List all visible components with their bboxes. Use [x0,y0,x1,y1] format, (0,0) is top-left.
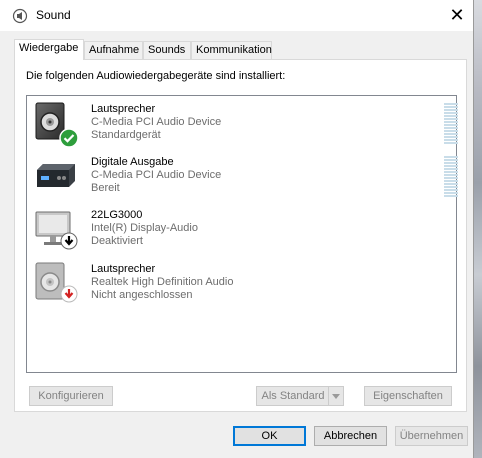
device-item[interactable]: 22LG3000 Intel(R) Display-Audio Deaktivi… [33,206,443,256]
device-name: Digitale Ausgabe [91,156,174,168]
digital-output-icon [37,164,75,187]
sound-dialog: Sound ✕ Wiedergabe Aufnahme Sounds Kommu… [0,0,474,458]
tab-wiedergabe[interactable]: Wiedergabe [14,39,84,60]
panel-header: Die folgenden Audiowiedergabegeräte sind… [26,70,286,82]
desktop-background [474,0,482,458]
level-meter [444,103,458,145]
configure-button[interactable]: Konfigurieren [29,386,113,406]
device-driver: C-Media PCI Audio Device [91,116,222,128]
tab-sounds[interactable]: Sounds [143,41,191,59]
cancel-button[interactable]: Abbrechen [314,426,387,446]
device-driver: Intel(R) Display-Audio [91,222,198,234]
apply-button[interactable]: Übernehmen [395,426,468,446]
device-status: Bereit [91,182,120,194]
speaker-icon [12,8,28,24]
unplugged-arrow-icon [60,285,78,303]
device-name: Lautsprecher [91,103,156,115]
device-status: Standardgerät [91,129,161,141]
device-list[interactable]: Lautsprecher C-Media PCI Audio Device St… [26,95,458,373]
device-driver: Realtek High Definition Audio [91,276,234,288]
tab-kommunikation[interactable]: Kommunikation [191,41,272,59]
device-item[interactable]: Digitale Ausgabe C-Media PCI Audio Devic… [33,153,443,203]
window-title: Sound [36,8,71,22]
device-item[interactable]: Lautsprecher Realtek High Definition Aud… [33,260,443,310]
disabled-arrow-icon [60,232,78,250]
device-status: Nicht angeschlossen [91,289,193,301]
set-default-button[interactable]: Als Standard [256,386,344,406]
device-status: Deaktiviert [91,235,143,247]
default-check-icon [59,128,79,148]
device-name: 22LG3000 [91,209,143,221]
playback-panel: Die folgenden Audiowiedergabegeräte sind… [14,59,467,412]
title-bar[interactable]: Sound ✕ [0,0,473,31]
level-meter [444,156,458,198]
ok-button[interactable]: OK [233,426,306,446]
device-driver: C-Media PCI Audio Device [91,169,222,181]
tab-aufnahme[interactable]: Aufnahme [84,41,143,59]
set-default-label: Als Standard [261,390,325,402]
properties-button[interactable]: Eigenschaften [364,386,452,406]
chevron-down-icon[interactable] [328,387,343,405]
device-name: Lautsprecher [91,263,156,275]
close-button[interactable]: ✕ [440,0,474,31]
device-item[interactable]: Lautsprecher C-Media PCI Audio Device St… [33,100,443,150]
